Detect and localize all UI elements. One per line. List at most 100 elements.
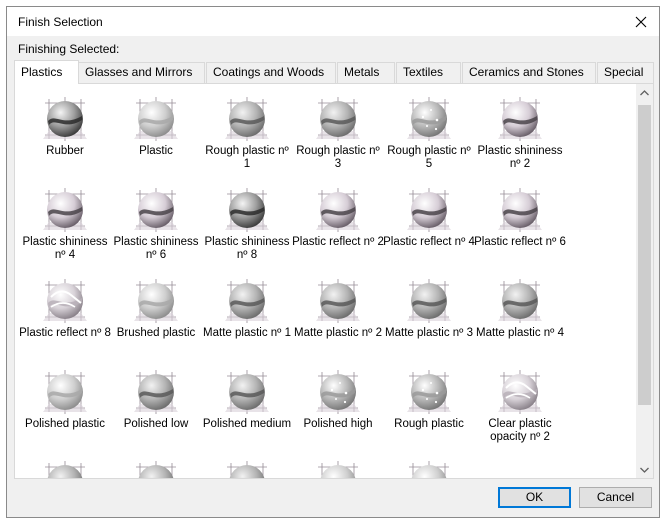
- material-label: Brushed plastic: [116, 327, 196, 339]
- material-item[interactable]: [201, 456, 293, 478]
- material-label: Plastic shininess nº 2: [477, 145, 563, 170]
- scroll-down-button[interactable]: [636, 461, 653, 478]
- chevron-up-icon: [640, 89, 649, 95]
- material-item[interactable]: Matte plastic nº 3: [383, 274, 475, 362]
- material-sphere-icon: [225, 97, 269, 141]
- material-sphere-icon: [407, 188, 451, 232]
- material-label: Clear plastic opacity nº 2: [488, 418, 552, 443]
- material-sphere-icon: [43, 97, 87, 141]
- material-item[interactable]: [292, 456, 384, 478]
- material-item[interactable]: Polished medium: [201, 365, 293, 453]
- material-label: Matte plastic nº 1: [203, 327, 291, 339]
- material-item[interactable]: Matte plastic nº 1: [201, 274, 293, 362]
- material-item[interactable]: [110, 456, 202, 478]
- material-label: Polished high: [303, 418, 373, 430]
- material-item[interactable]: Plastic reflect nº 2: [292, 183, 384, 271]
- close-button[interactable]: [623, 7, 659, 36]
- material-item[interactable]: Matte plastic nº 2: [292, 274, 384, 362]
- material-sphere-icon: [225, 188, 269, 232]
- material-item[interactable]: Brushed plastic: [110, 274, 202, 362]
- tab-metals[interactable]: Metals: [337, 62, 395, 83]
- material-item[interactable]: Polished plastic: [19, 365, 111, 453]
- material-sphere-icon: [136, 461, 176, 478]
- tab-coatings-and-woods[interactable]: Coatings and Woods: [206, 62, 336, 83]
- material-sphere-icon: [225, 370, 269, 414]
- material-sphere-icon: [227, 461, 267, 478]
- material-label: Plastic: [139, 145, 173, 157]
- material-sphere-icon: [498, 97, 542, 141]
- material-item[interactable]: Plastic shininess nº 4: [19, 183, 111, 271]
- material-item[interactable]: Polished high: [292, 365, 384, 453]
- tab-plastics[interactable]: Plastics: [14, 60, 79, 84]
- material-sphere-icon: [316, 279, 360, 323]
- vertical-scrollbar[interactable]: [636, 84, 653, 478]
- material-sphere-icon: [316, 188, 360, 232]
- material-item[interactable]: Plastic: [110, 92, 202, 180]
- material-label: Plastic shininess nº 8: [204, 236, 290, 261]
- material-sphere-icon: [498, 279, 542, 323]
- material-sphere-icon: [407, 97, 451, 141]
- material-item[interactable]: Rubber: [19, 92, 111, 180]
- material-sphere-icon: [407, 279, 451, 323]
- tab-textiles[interactable]: Textiles: [396, 62, 461, 83]
- material-item[interactable]: Polished low: [110, 365, 202, 453]
- material-sphere-icon: [316, 97, 360, 141]
- material-sphere-icon: [498, 188, 542, 232]
- scroll-thumb[interactable]: [638, 105, 651, 405]
- material-item[interactable]: Rough plastic nº 3: [292, 92, 384, 180]
- materials-grid: Rubber Plastic Rough plastic nº 1 Rough pla…: [15, 84, 635, 478]
- material-sphere-icon: [43, 370, 87, 414]
- material-sphere-icon: [45, 461, 85, 478]
- material-label: Polished low: [123, 418, 189, 430]
- material-item[interactable]: Rough plastic nº 5: [383, 92, 475, 180]
- material-item[interactable]: Plastic shininess nº 2: [474, 92, 566, 180]
- material-sphere-icon: [407, 370, 451, 414]
- tab-strip: Plastics Glasses and Mirrors Coatings an…: [14, 60, 654, 84]
- ok-button[interactable]: OK: [498, 487, 571, 508]
- material-label: Rubber: [46, 145, 84, 157]
- material-item[interactable]: Plastic shininess nº 6: [110, 183, 202, 271]
- material-sphere-icon: [134, 370, 178, 414]
- material-item[interactable]: Plastic reflect nº 6: [474, 183, 566, 271]
- material-item[interactable]: [19, 456, 111, 478]
- material-label: Rough plastic nº 1: [205, 145, 289, 170]
- material-label: Matte plastic nº 4: [476, 327, 564, 339]
- material-label: Polished plastic: [25, 418, 105, 430]
- material-item[interactable]: Clear plastic opacity nº 2: [474, 365, 566, 453]
- window-title: Finish Selection: [18, 15, 103, 29]
- tab-ceramics-and-stones[interactable]: Ceramics and Stones: [462, 62, 596, 83]
- material-label: Plastic reflect nº 6: [474, 236, 566, 248]
- scroll-up-button[interactable]: [636, 84, 653, 101]
- material-label: Rough plastic nº 3: [296, 145, 380, 170]
- finish-selection-dialog: Finish Selection Finishing Selected: Pla…: [6, 6, 660, 518]
- cancel-button[interactable]: Cancel: [579, 487, 652, 508]
- material-label: Plastic reflect nº 4: [383, 236, 475, 248]
- material-label: Plastic shininess nº 4: [22, 236, 108, 261]
- tab-special[interactable]: Special: [597, 62, 654, 83]
- tab-glasses-and-mirrors[interactable]: Glasses and Mirrors: [78, 62, 205, 83]
- material-sphere-icon: [134, 97, 178, 141]
- material-item[interactable]: Rough plastic: [383, 365, 475, 453]
- materials-panel: Rubber Plastic Rough plastic nº 1 Rough pla…: [14, 83, 654, 479]
- material-label: Plastic shininess nº 6: [113, 236, 199, 261]
- material-label: Matte plastic nº 2: [294, 327, 382, 339]
- material-sphere-icon: [43, 188, 87, 232]
- material-item[interactable]: Plastic reflect nº 8: [19, 274, 111, 362]
- chevron-down-icon: [640, 467, 649, 473]
- material-sphere-icon: [318, 461, 358, 478]
- material-sphere-icon: [409, 461, 449, 478]
- material-sphere-icon: [316, 370, 360, 414]
- material-label: Polished medium: [202, 418, 292, 430]
- material-item[interactable]: Plastic reflect nº 4: [383, 183, 475, 271]
- material-item[interactable]: [383, 456, 475, 478]
- material-item[interactable]: Plastic shininess nº 8: [201, 183, 293, 271]
- material-label: Plastic reflect nº 8: [19, 327, 111, 339]
- material-item[interactable]: Rough plastic nº 1: [201, 92, 293, 180]
- finishing-selected-label: Finishing Selected:: [18, 42, 120, 56]
- material-sphere-icon: [134, 279, 178, 323]
- close-icon: [635, 16, 647, 27]
- material-label: Matte plastic nº 3: [385, 327, 473, 339]
- material-item[interactable]: Matte plastic nº 4: [474, 274, 566, 362]
- material-label: Rough plastic: [394, 418, 464, 430]
- material-sphere-icon: [498, 370, 542, 414]
